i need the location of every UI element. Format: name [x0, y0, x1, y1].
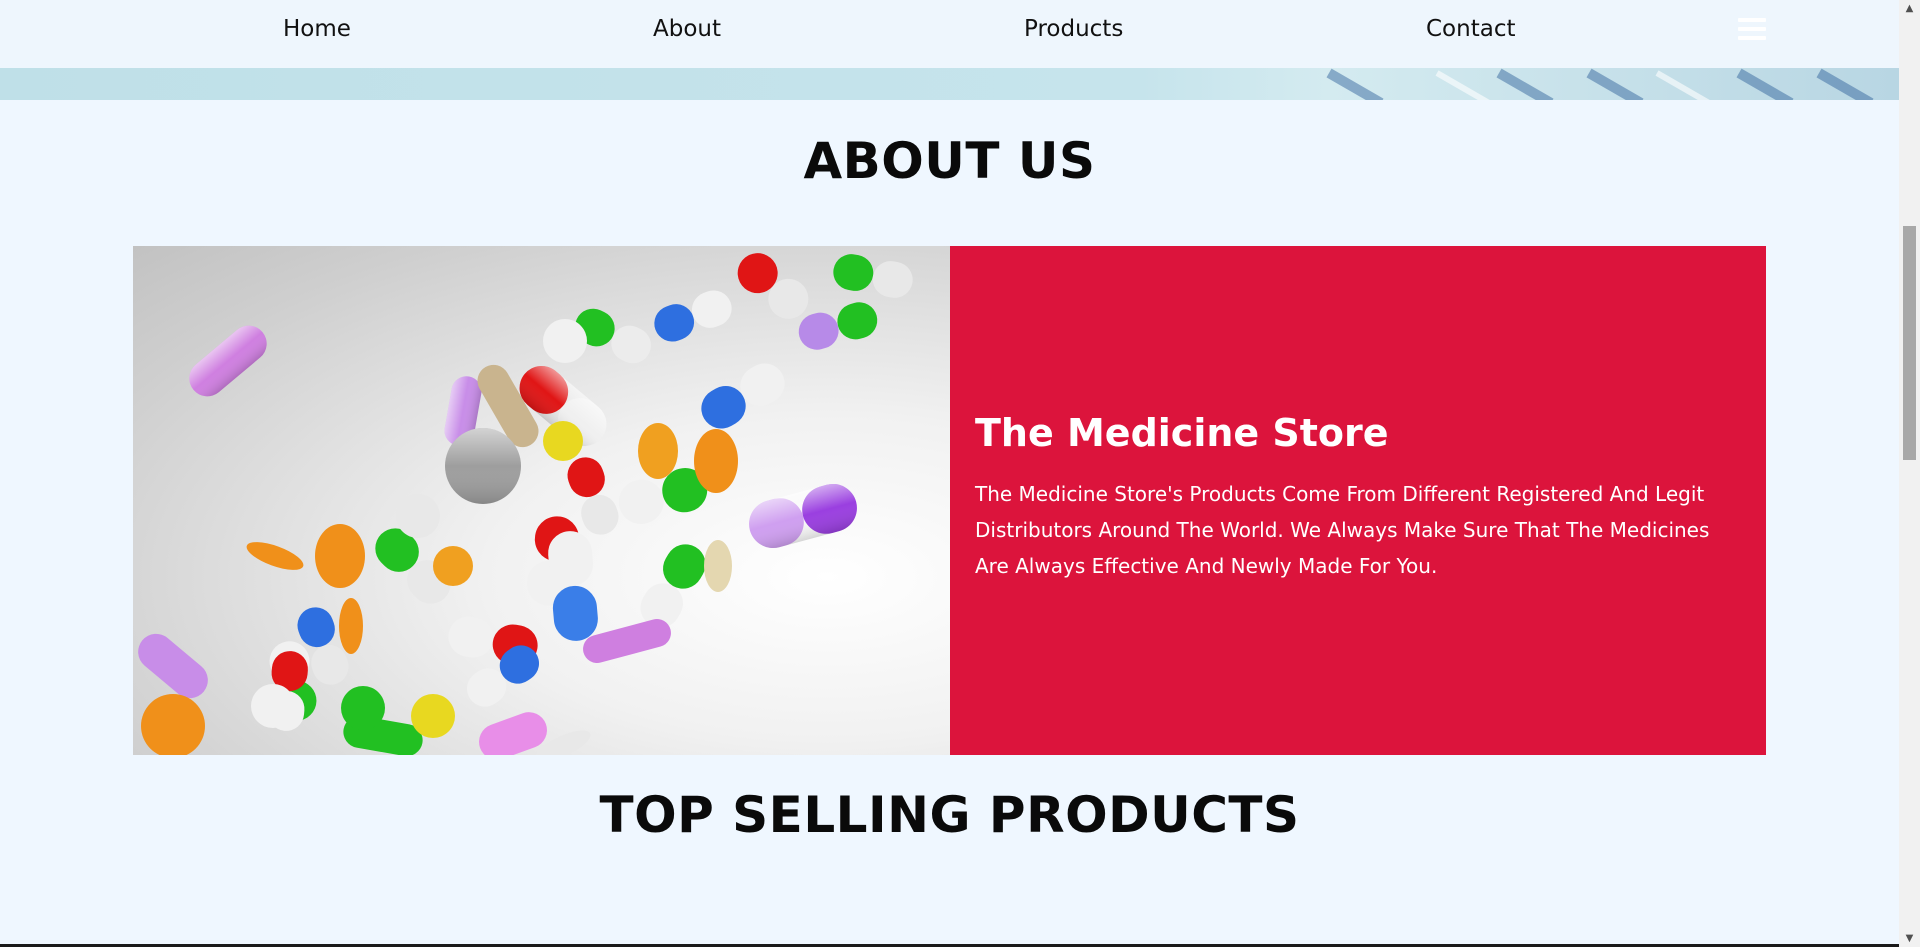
about-us-heading: ABOUT US [803, 132, 1096, 190]
nav-link-home[interactable]: Home [283, 16, 351, 42]
hamburger-menu-icon[interactable] [1738, 18, 1766, 42]
page: Home About Products Contact ABOUT US The… [0, 0, 1920, 947]
vertical-scrollbar[interactable]: ▲ ▼ [1899, 0, 1920, 947]
store-name-heading: The Medicine Store [975, 411, 1389, 455]
scrollbar-thumb[interactable] [1903, 226, 1916, 460]
pills-image [133, 246, 950, 755]
about-card: The Medicine Store The Medicine Store's … [133, 246, 1766, 755]
scroll-down-arrow-icon[interactable]: ▼ [1899, 930, 1920, 947]
scroll-up-arrow-icon[interactable]: ▲ [1899, 0, 1920, 17]
top-selling-heading: TOP SELLING PRODUCTS [599, 786, 1300, 844]
nav-link-about[interactable]: About [653, 16, 721, 42]
pills-illustration [138, 253, 913, 755]
store-description: The Medicine Store's Products Come From … [975, 482, 1710, 578]
hero-banner-strip [0, 68, 1899, 100]
top-navbar: Home About Products Contact [0, 0, 1899, 68]
nav-link-contact[interactable]: Contact [1426, 16, 1515, 42]
nav-link-products[interactable]: Products [1024, 16, 1123, 42]
about-info-panel: The Medicine Store The Medicine Store's … [950, 246, 1766, 755]
